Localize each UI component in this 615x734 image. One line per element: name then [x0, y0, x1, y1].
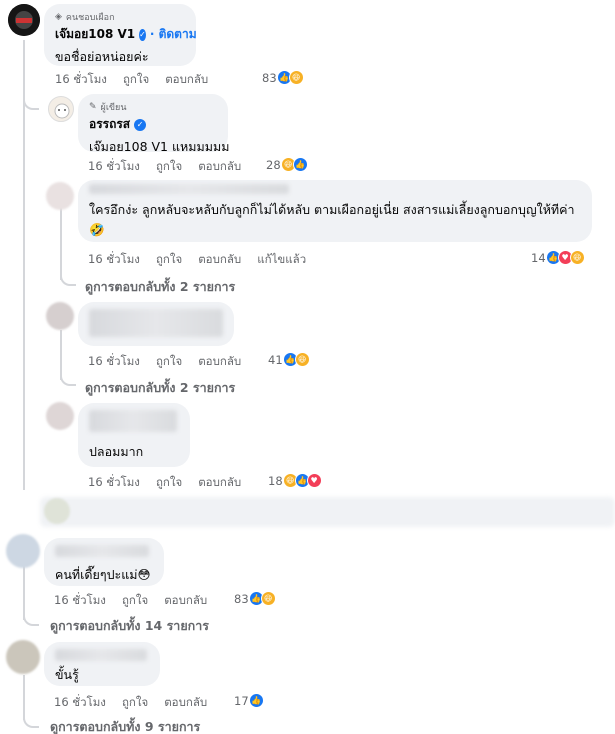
comment-time[interactable]: 16 ชั่วโมง: [88, 353, 140, 371]
view-replies-link[interactable]: ดูการตอบกลับทั้ง 9 รายการ: [50, 717, 200, 734]
blurred-author: [89, 410, 177, 432]
blurred-author: [89, 184, 289, 194]
thread-line: [23, 40, 25, 490]
comment-actions: 16 ชั่วโมง ถูกใจ ตอบกลับ: [88, 158, 241, 176]
avatar[interactable]: [8, 4, 40, 36]
reaction-summary[interactable]: 41 👍 😆: [268, 352, 310, 367]
verified-check-icon: ✓: [134, 118, 147, 131]
comment-actions: 16 ชั่วโมง ถูกใจ ตอบกลับ: [88, 474, 241, 492]
comment-time[interactable]: 16 ชั่วโมง: [54, 694, 106, 712]
comment-text: ปลอมมาก: [89, 444, 144, 459]
reply-button[interactable]: ตอบกลับ: [198, 251, 241, 269]
verified-check-icon: ✓: [139, 28, 146, 41]
comment-time[interactable]: 16 ชั่วโมง: [88, 158, 140, 176]
comment-actions: 16 ชั่วโมง ถูกใจ ตอบกลับ: [88, 353, 241, 371]
comment-bubble: ปลอมมาก: [78, 403, 190, 467]
reply-button[interactable]: ตอบกลับ: [164, 592, 207, 610]
comment-author[interactable]: อรรถรส ✓: [89, 115, 217, 134]
comment-text: คนที่เดี๊ยๆปะแม่😳: [55, 567, 151, 582]
like-button[interactable]: ถูกใจ: [123, 71, 149, 89]
reply-button[interactable]: ตอบกลับ: [164, 694, 207, 712]
reaction-summary[interactable]: 17 👍: [234, 693, 264, 708]
thread-elbow: [60, 368, 76, 386]
blurred-comment-text: [89, 309, 223, 337]
thread-elbow: [23, 710, 39, 728]
like-button[interactable]: ถูกใจ: [122, 592, 148, 610]
comment-actions: 16 ชั่วโมง ถูกใจ ตอบกลับ: [54, 694, 207, 712]
follow-button[interactable]: · ติดตาม: [150, 25, 197, 44]
comment-bubble: [78, 302, 234, 346]
blurred-author: [55, 545, 149, 557]
avatar[interactable]: [46, 182, 74, 210]
comment-actions: 16 ชั่วโมง ถูกใจ ตอบกลับ: [54, 592, 207, 610]
avatar[interactable]: [46, 402, 74, 430]
haha-reaction-icon: 😆: [288, 70, 304, 85]
comment-text: ขั้นรู้: [55, 667, 79, 682]
avatar[interactable]: [6, 534, 40, 568]
comment-time[interactable]: 16 ชั่วโมง: [88, 474, 140, 492]
view-replies-link[interactable]: ดูการตอบกลับทั้ง 14 รายการ: [50, 616, 209, 636]
avatar[interactable]: [48, 96, 74, 122]
comment-bubble: ◈ คนชอบเผือก เจ๊มอย108 V1 ✓ · ติดตาม ขอช…: [44, 4, 197, 66]
comment-bubble: ขั้นรู้: [44, 642, 160, 686]
comment-text: ขอชื่อย่อหน่อยค่ะ: [55, 49, 149, 64]
blurred-author: [55, 649, 147, 661]
like-button[interactable]: ถูกใจ: [156, 158, 182, 176]
comment-author[interactable]: เจ๊มอย108 V1 ✓ · ติดตาม: [55, 25, 197, 44]
comment-bubble: ✎ ผู้เขียน อรรถรส ✓ เจ๊มอย108 V1 แหมมมมม: [78, 94, 229, 154]
haha-reaction-icon: 😆: [294, 352, 310, 367]
comment-time[interactable]: 16 ชั่วโมง: [88, 251, 140, 269]
view-replies-link[interactable]: ดูการตอบกลับทั้ง 2 รายการ: [85, 277, 235, 297]
reaction-summary[interactable]: 18 😆 👍 ♥: [268, 473, 322, 488]
avatar[interactable]: [46, 302, 74, 330]
reply-button[interactable]: ตอบกลับ: [198, 353, 241, 371]
like-button[interactable]: ถูกใจ: [122, 694, 148, 712]
blurred-reply-composer: [40, 497, 615, 527]
avatar-logo-icon: [8, 4, 40, 36]
like-button[interactable]: ถูกใจ: [156, 474, 182, 492]
reaction-summary[interactable]: 14 👍 ♥ 😆: [531, 250, 585, 265]
reply-button[interactable]: ตอบกลับ: [165, 71, 208, 89]
reaction-summary[interactable]: 83 👍 😆: [234, 591, 276, 606]
comment-actions: 16 ชั่วโมง ถูกใจ ตอบกลับ แก้ไขแล้ว: [88, 251, 306, 269]
avatar: [44, 498, 70, 524]
thread-elbow: [23, 92, 39, 110]
reaction-summary[interactable]: 28 😆 👍: [266, 157, 308, 172]
like-reaction-icon: 👍: [248, 693, 264, 708]
comment-time[interactable]: 16 ชั่วโมง: [54, 592, 106, 610]
avatar[interactable]: [6, 640, 40, 674]
pencil-icon: ✎: [89, 102, 97, 112]
like-button[interactable]: ถูกใจ: [156, 251, 182, 269]
haha-reaction-icon: 😆: [569, 250, 585, 265]
comment-text: เจ๊มอย108 V1 แหมมมมม: [89, 139, 230, 154]
comment-bubble: ใครอึกง่ะ ลูกหลับจะหลับกับลูกก็ไม่ได้หลั…: [78, 180, 592, 242]
author-badge: ✎ ผู้เขียน: [89, 102, 127, 113]
comment-actions: 16 ชั่วโมง ถูกใจ ตอบกลับ: [55, 71, 208, 89]
reaction-summary[interactable]: 83 👍 😆: [262, 70, 304, 85]
avatar-illustration-icon: [54, 103, 70, 119]
comment-text: ใครอึกง่ะ ลูกหลับจะหลับกับลูกก็ไม่ได้หลั…: [89, 202, 575, 237]
love-reaction-icon: ♥: [306, 473, 322, 488]
thread-elbow: [60, 268, 76, 286]
like-button[interactable]: ถูกใจ: [156, 353, 182, 371]
reply-button[interactable]: ตอบกลับ: [198, 158, 241, 176]
diamond-icon: ◈: [55, 12, 62, 22]
haha-reaction-icon: 😆: [260, 591, 276, 606]
thread-elbow: [23, 608, 39, 626]
comment-bubble: คนที่เดี๊ยๆปะแม่😳: [44, 538, 164, 586]
view-replies-link[interactable]: ดูการตอบกลับทั้ง 2 รายการ: [85, 378, 235, 398]
reply-button[interactable]: ตอบกลับ: [198, 474, 241, 492]
edited-label[interactable]: แก้ไขแล้ว: [257, 251, 306, 269]
comment-time[interactable]: 16 ชั่วโมง: [55, 71, 107, 89]
like-reaction-icon: 👍: [292, 157, 308, 172]
top-fan-badge: ◈ คนชอบเผือก: [55, 12, 115, 23]
